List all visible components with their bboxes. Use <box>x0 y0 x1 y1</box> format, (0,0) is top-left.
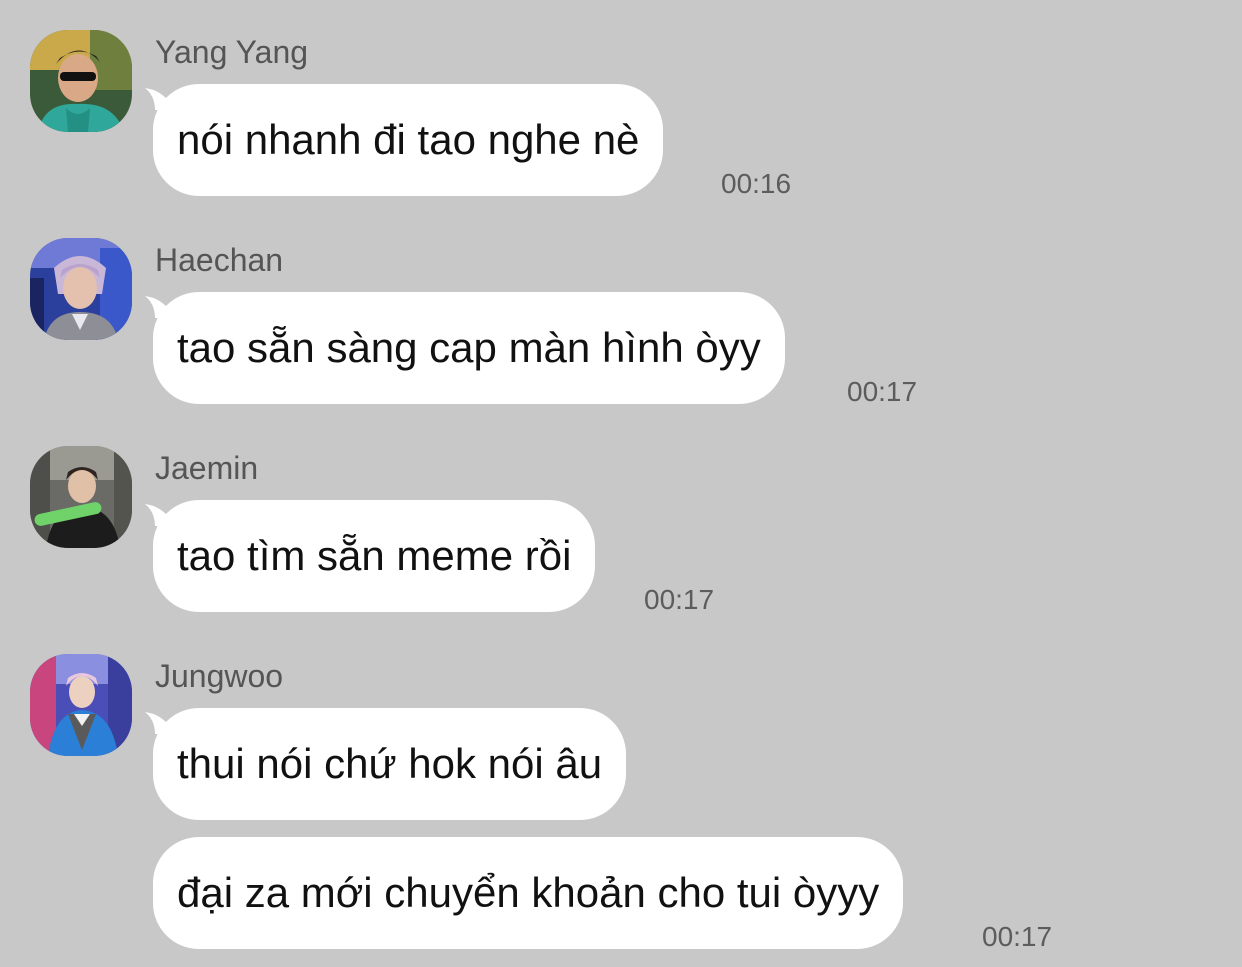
message-timestamp: 00:17 <box>644 584 715 615</box>
message-timestamp: 00:17 <box>847 376 918 407</box>
message-bubble[interactable]: tao tìm sẵn meme rồi <box>153 500 596 612</box>
message-timestamp: 00:17 <box>982 921 1053 952</box>
message-bubble[interactable]: thui nói chứ hok nói âu <box>153 708 627 820</box>
avatar[interactable] <box>30 238 132 340</box>
message-bubble[interactable]: nói nhanh đi tao nghe nè <box>153 84 664 196</box>
sender-name: Yang Yang <box>155 34 309 70</box>
message-bubble[interactable]: tao sẵn sàng cap màn hình òyy <box>153 292 785 404</box>
avatar[interactable] <box>30 654 132 756</box>
message-timestamp: 00:16 <box>721 168 792 199</box>
sender-name: Jaemin <box>155 450 259 486</box>
message-bubble[interactable]: đại za mới chuyển khoản cho tui òyyy <box>153 837 904 949</box>
avatar[interactable] <box>30 446 132 548</box>
avatar[interactable] <box>30 30 132 132</box>
sender-name: Haechan <box>155 242 284 278</box>
sender-name: Jungwoo <box>155 658 284 694</box>
